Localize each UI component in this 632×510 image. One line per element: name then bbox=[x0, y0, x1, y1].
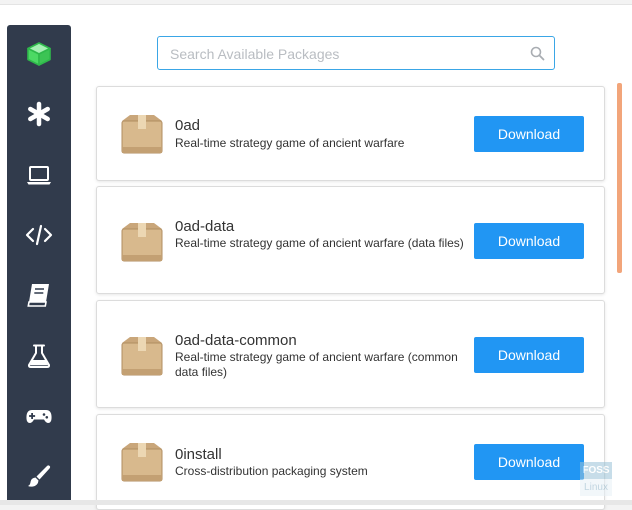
download-button[interactable]: Download bbox=[474, 116, 584, 152]
sidebar-item-development[interactable] bbox=[7, 212, 71, 258]
scrollbar-thumb[interactable] bbox=[617, 83, 622, 273]
cube-icon bbox=[27, 42, 51, 66]
package-name: 0install bbox=[175, 446, 222, 463]
flask-icon bbox=[27, 344, 51, 368]
gamepad-icon bbox=[26, 410, 52, 423]
search-box[interactable] bbox=[157, 36, 555, 71]
watermark-line1: FOSS bbox=[580, 462, 612, 479]
search-icon[interactable] bbox=[530, 46, 545, 61]
package-card: 0install Cross-distribution packaging sy… bbox=[96, 414, 605, 510]
download-button[interactable]: Download bbox=[474, 444, 584, 480]
package-name: 0ad bbox=[175, 117, 201, 134]
package-description: Real-time strategy game of ancient warfa… bbox=[175, 350, 458, 379]
app-window: 0ad Real-time strategy game of ancient w… bbox=[0, 4, 632, 510]
package-card: 0ad-data Real-time strategy game of anci… bbox=[96, 186, 605, 294]
download-button[interactable]: Download bbox=[474, 223, 584, 259]
package-box-icon bbox=[121, 115, 163, 154]
package-description: Cross-distribution packaging system bbox=[175, 464, 368, 478]
laptop-icon bbox=[27, 166, 51, 185]
book-icon bbox=[27, 284, 49, 307]
category-sidebar bbox=[7, 25, 71, 501]
sidebar-item-documentation[interactable] bbox=[7, 272, 71, 318]
package-box-icon bbox=[121, 337, 163, 376]
package-description: Real-time strategy game of ancient warfa… bbox=[175, 136, 405, 150]
sidebar-item-system[interactable] bbox=[7, 91, 71, 137]
watermark-line2: Linux bbox=[580, 479, 612, 496]
package-card: 0ad Real-time strategy game of ancient w… bbox=[96, 86, 605, 181]
brush-icon bbox=[28, 465, 51, 487]
package-name: 0ad-data bbox=[175, 218, 235, 235]
package-name: 0ad-data-common bbox=[175, 332, 297, 349]
sidebar-item-desktop[interactable] bbox=[7, 152, 71, 198]
sidebar-item-all[interactable] bbox=[7, 31, 71, 77]
sidebar-item-graphics[interactable] bbox=[7, 453, 71, 499]
fosslinux-watermark: FOSS Linux bbox=[580, 462, 612, 498]
sidebar-item-games[interactable] bbox=[7, 393, 71, 439]
package-box-icon bbox=[121, 223, 163, 262]
sidebar-item-science[interactable] bbox=[7, 333, 71, 379]
package-box-icon bbox=[121, 443, 163, 482]
bottom-edge bbox=[0, 500, 632, 505]
package-card: 0ad-data-common Real-time strategy game … bbox=[96, 300, 605, 408]
search-input[interactable] bbox=[168, 37, 522, 71]
download-button[interactable]: Download bbox=[474, 337, 584, 373]
package-description: Real-time strategy game of ancient warfa… bbox=[175, 236, 464, 250]
code-icon bbox=[25, 224, 53, 246]
asterisk-icon bbox=[28, 101, 50, 127]
